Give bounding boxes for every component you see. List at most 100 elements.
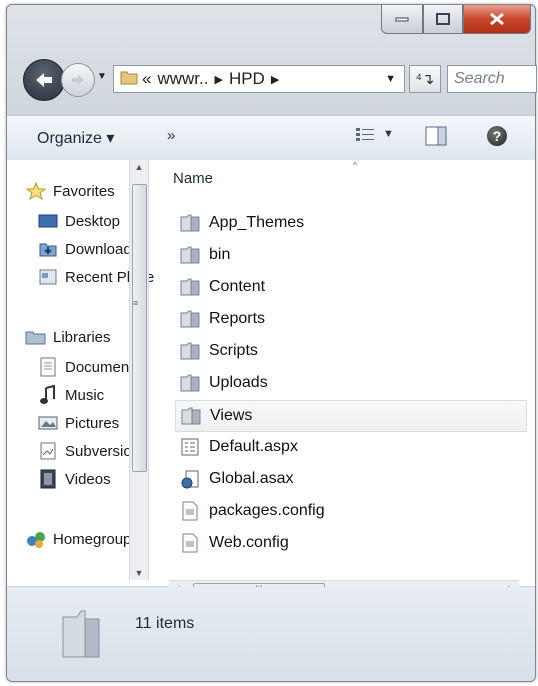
caption-buttons [381, 5, 531, 34]
config-file-icon [179, 501, 201, 521]
file-name: Views [210, 407, 253, 424]
config-file-icon [179, 533, 201, 553]
nav-item-subversion[interactable]: Subversion [37, 438, 140, 464]
minimize-button[interactable] [381, 5, 423, 34]
asax-file-icon [179, 469, 201, 489]
folder-icon [179, 341, 201, 361]
file-name: Content [209, 278, 266, 295]
chevron-right-icon[interactable]: ▶ [271, 73, 279, 86]
folder-preview-icon [59, 607, 103, 666]
folder-icon [179, 213, 201, 233]
item-count: 11 items [135, 615, 195, 632]
navigation-bar: ▼ « wwwr.. ▶ HPD ▶ ▼ ⁴↴ Search [17, 57, 537, 101]
explorer-window: ▼ « wwwr.. ▶ HPD ▶ ▼ ⁴↴ Search Organize … [6, 4, 537, 682]
nav-item-label: Homegroup [53, 530, 132, 548]
nav-item-desktop[interactable]: Desktop [37, 208, 120, 234]
file-name: Scripts [209, 342, 258, 359]
subversion-icon [37, 441, 59, 461]
file-name: App_Themes [209, 214, 305, 231]
file-name: Uploads [209, 374, 268, 391]
file-row[interactable]: Uploads [179, 368, 519, 398]
navigation-pane-scrollbar[interactable]: ▲ ≡ ▼ [129, 160, 149, 580]
nav-item-favorites[interactable]: Favorites [25, 178, 115, 204]
preview-pane-button[interactable] [425, 126, 447, 151]
view-details-icon [356, 128, 374, 141]
maximize-button[interactable] [423, 5, 463, 34]
nav-item-music[interactable]: Music [37, 382, 104, 408]
file-name: bin [209, 246, 231, 263]
close-icon [490, 12, 504, 26]
videos-icon [37, 469, 59, 489]
close-button[interactable] [463, 5, 531, 34]
star-icon [25, 181, 47, 201]
scroll-down-icon[interactable]: ▼ [130, 568, 148, 578]
file-name: Web.config [209, 534, 289, 551]
minimize-icon [395, 17, 409, 22]
address-bar[interactable]: « wwwr.. ▶ HPD ▶ ▼ [113, 65, 405, 93]
scrollbar-grip-icon: ≡ [133, 298, 139, 308]
chevron-right-icon[interactable]: ▶ [214, 73, 222, 86]
file-name: Global.asax [209, 470, 294, 487]
file-row[interactable]: Web.config [179, 528, 519, 558]
file-name: packages.config [209, 502, 325, 519]
folder-icon [179, 309, 201, 329]
address-crumb-overflow[interactable]: « [142, 69, 151, 89]
nav-item-label: Music [65, 386, 105, 404]
details-pane: 11 items [7, 587, 535, 681]
documents-icon [37, 357, 59, 377]
folder-icon [180, 406, 202, 426]
file-list-pane: Name ^ App_Themes bin Content Reports Sc… [157, 160, 535, 599]
title-bar [7, 5, 535, 49]
scrollbar-thumb[interactable] [132, 184, 147, 472]
column-header-name[interactable]: Name [173, 170, 213, 187]
aspx-file-icon [179, 437, 201, 457]
more-commands-button[interactable]: » [167, 127, 175, 144]
column-header-label: Name [173, 170, 214, 187]
file-row[interactable]: Global.asax [179, 464, 519, 494]
recent-pages-dropdown[interactable]: ▼ [97, 71, 107, 82]
address-dropdown-icon[interactable]: ▼ [385, 73, 396, 85]
desktop-icon [37, 211, 59, 231]
pictures-icon [37, 413, 59, 433]
nav-item-homegroup[interactable]: Homegroup [25, 526, 131, 552]
file-row[interactable]: Content [179, 272, 519, 302]
file-name: Default.aspx [209, 438, 298, 455]
maximize-icon [436, 13, 450, 25]
refresh-button[interactable]: ⁴↴ [409, 65, 441, 93]
nav-item-libraries[interactable]: Libraries [25, 324, 111, 350]
downloads-icon [37, 239, 59, 259]
file-row[interactable]: bin [179, 240, 519, 270]
address-crumb-hpd[interactable]: HPD [229, 69, 265, 89]
file-row[interactable]: Scripts [179, 336, 519, 366]
navigation-pane: Favorites Desktop Downloads Recent Place… [7, 160, 155, 586]
music-icon [37, 385, 59, 405]
file-row[interactable]: Reports [179, 304, 519, 334]
libraries-icon [25, 327, 47, 347]
nav-item-downloads[interactable]: Downloads [37, 236, 139, 262]
file-row[interactable]: App_Themes [179, 208, 519, 238]
file-row[interactable]: Views [175, 400, 527, 432]
nav-item-documents[interactable]: Documents [37, 354, 141, 380]
back-arrow-icon [36, 73, 52, 87]
command-bar: Organize ▾ » ▼ ? [7, 115, 535, 161]
organize-button[interactable]: Organize ▾ [37, 128, 114, 148]
address-crumb-wwwr[interactable]: wwwr.. [157, 69, 208, 89]
nav-item-label: Videos [65, 470, 111, 488]
nav-item-pictures[interactable]: Pictures [37, 410, 119, 436]
nav-item-videos[interactable]: Videos [37, 466, 111, 492]
nav-item-label: Libraries [53, 328, 111, 346]
forward-button[interactable] [61, 63, 95, 97]
content-area: Favorites Desktop Downloads Recent Place… [7, 160, 535, 599]
chevron-down-icon[interactable]: ▼ [383, 128, 394, 140]
help-icon: ? [492, 128, 502, 144]
change-view-button[interactable]: ▼ [355, 126, 394, 142]
folder-icon [179, 277, 201, 297]
preview-pane-icon [425, 126, 447, 146]
help-button[interactable]: ? [487, 126, 507, 146]
search-input[interactable]: Search [447, 65, 537, 93]
homegroup-icon [25, 529, 47, 549]
back-button[interactable] [23, 59, 65, 101]
scroll-up-icon[interactable]: ▲ [130, 162, 148, 172]
file-row[interactable]: Default.aspx [179, 432, 519, 462]
file-row[interactable]: packages.config [179, 496, 519, 526]
